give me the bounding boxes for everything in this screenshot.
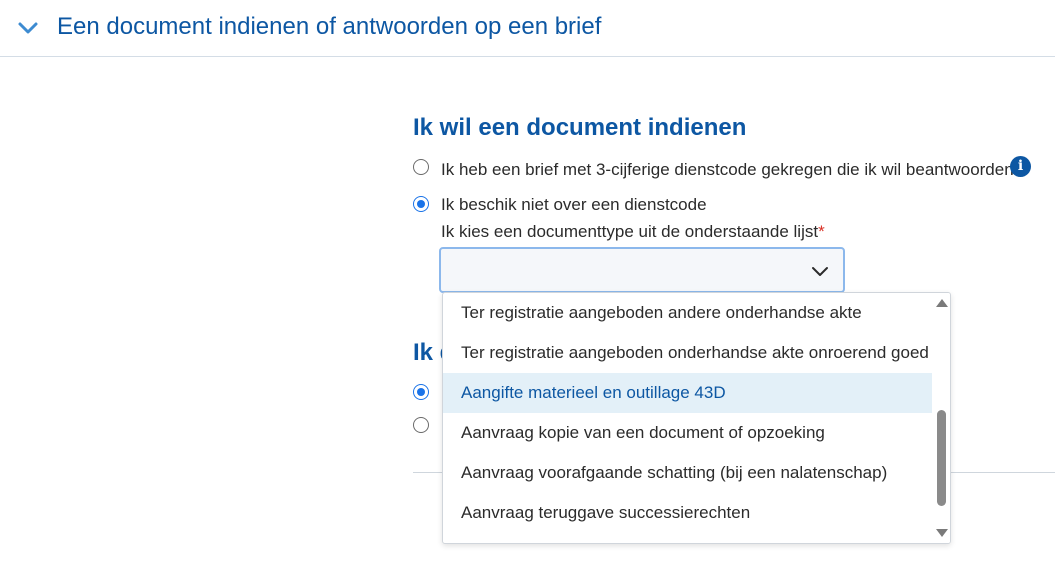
scroll-down-arrow-icon[interactable]	[936, 529, 948, 537]
dropdown-scrollbar[interactable]	[932, 293, 950, 543]
dropdown-option[interactable]: Aanvraag voorafgaande schatting (bij een…	[443, 453, 932, 493]
document-type-dropdown[interactable]: Ter registratie aangeboden andere onderh…	[442, 292, 951, 544]
radio-no-service-code-label[interactable]: Ik beschik niet over een dienstcode	[441, 195, 707, 215]
chevron-down-icon	[18, 22, 38, 34]
dropdown-option[interactable]: Aanvraag kopie van een document of opzoe…	[443, 413, 932, 453]
info-icon[interactable]: i	[1010, 156, 1031, 177]
required-marker: *	[818, 222, 825, 241]
scroll-thumb[interactable]	[937, 410, 946, 506]
accordion-title: Een document indienen of antwoorden op e…	[57, 13, 602, 40]
dropdown-option[interactable]: Ter registratie aangeboden onderhandse a…	[443, 333, 932, 373]
radio-has-service-code-label[interactable]: Ik heb een brief met 3-cijferige dienstc…	[441, 160, 1014, 180]
radio-group2-option-2[interactable]	[413, 417, 429, 433]
dropdown-option[interactable]: Ter registratie aangeboden andere onderh…	[443, 293, 932, 333]
accordion-header[interactable]: Een document indienen of antwoorden op e…	[0, 0, 1055, 57]
scroll-up-arrow-icon[interactable]	[936, 299, 948, 307]
radio-has-service-code[interactable]	[413, 159, 429, 175]
chevron-down-icon	[812, 267, 828, 276]
radio-group2-option-1[interactable]	[413, 384, 429, 400]
radio-no-service-code[interactable]	[413, 196, 429, 212]
dropdown-option-highlighted[interactable]: Aangifte materieel en outillage 43D	[443, 373, 932, 413]
document-type-select[interactable]	[439, 247, 845, 293]
dropdown-option[interactable]: Aanvraag teruggave successierechten	[443, 493, 932, 533]
document-type-label: Ik kies een documenttype uit de ondersta…	[441, 222, 825, 241]
section-title: Ik wil een document indienen	[413, 114, 747, 141]
